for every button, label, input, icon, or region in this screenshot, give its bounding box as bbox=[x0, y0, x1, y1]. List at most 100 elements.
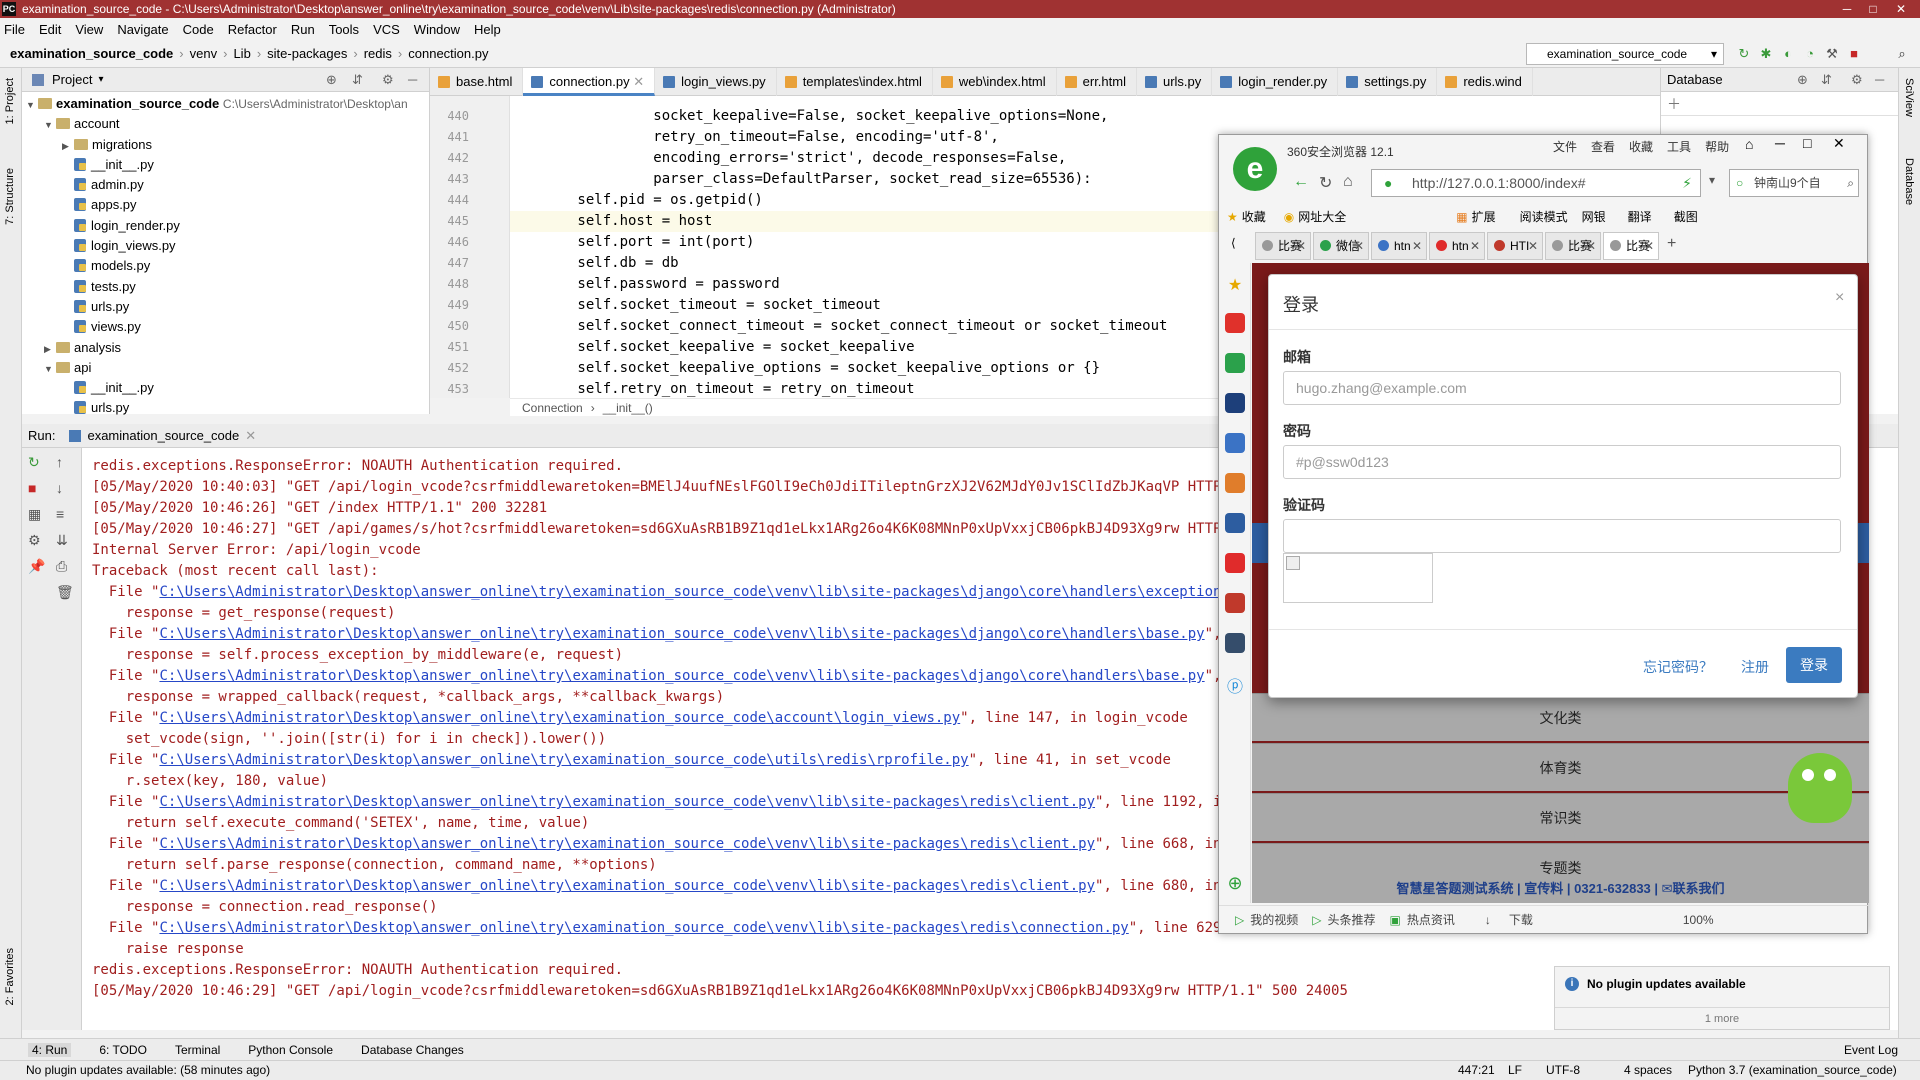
debug-icon[interactable]: ✱ bbox=[1758, 46, 1774, 62]
nav-crumb[interactable]: venv bbox=[190, 46, 217, 61]
close-icon[interactable]: ✕ bbox=[1644, 233, 1654, 259]
project-tool-tab[interactable]: 1: Project bbox=[4, 78, 16, 124]
browser-maximize-icon[interactable]: □ bbox=[1803, 135, 1811, 151]
hide-icon[interactable]: ─ bbox=[408, 72, 417, 87]
arrow-up-icon[interactable]: ↑ bbox=[56, 454, 63, 470]
project-panel-title[interactable]: Project bbox=[52, 72, 92, 87]
tree-file[interactable]: login_render.py bbox=[22, 216, 429, 236]
captcha-image[interactable] bbox=[1283, 553, 1433, 603]
video-icon[interactable] bbox=[1225, 553, 1245, 573]
weibo-icon[interactable] bbox=[1225, 313, 1245, 333]
captcha-field[interactable] bbox=[1283, 519, 1841, 553]
email-field[interactable]: hugo.zhang@example.com bbox=[1283, 371, 1841, 405]
menu-refactor[interactable]: Refactor bbox=[228, 22, 277, 37]
locate-icon[interactable]: ⊕ bbox=[1797, 68, 1808, 92]
pay-icon[interactable]: ⓟ bbox=[1225, 673, 1245, 696]
close-icon[interactable]: × bbox=[1835, 289, 1844, 307]
tree-folder[interactable]: ▼ account bbox=[22, 114, 429, 134]
close-icon[interactable]: ✕ bbox=[1470, 233, 1480, 259]
game3-icon[interactable] bbox=[1225, 593, 1245, 613]
tree-file[interactable]: login_views.py bbox=[22, 236, 429, 256]
expand-icon[interactable]: ▼ bbox=[44, 115, 56, 135]
expand-icon[interactable]: ▶ bbox=[44, 339, 56, 359]
browser-tab[interactable]: HTI ✕ bbox=[1487, 232, 1543, 260]
run-tool-tab[interactable]: 4: Run bbox=[28, 1042, 72, 1057]
scroll-end-icon[interactable]: ⇊ bbox=[56, 532, 68, 549]
editor-tab[interactable]: err.html bbox=[1057, 67, 1137, 96]
tree-folder[interactable]: ▼ api bbox=[22, 358, 429, 378]
notification-more[interactable]: 1 more bbox=[1555, 1007, 1889, 1029]
tree-root[interactable]: ▼ examination_source_code C:\Users\Admini… bbox=[22, 94, 429, 114]
tree-file[interactable]: apps.py bbox=[22, 195, 429, 215]
browser-tab[interactable]: 比赛 ✕ bbox=[1603, 232, 1659, 260]
gear-icon[interactable]: ⚙ bbox=[382, 72, 394, 88]
close-icon[interactable]: ✕ bbox=[245, 428, 256, 444]
maximize-icon[interactable]: □ bbox=[1860, 0, 1886, 18]
editor-tab[interactable]: login_render.py bbox=[1212, 67, 1339, 96]
minimize-icon[interactable]: ─ bbox=[1834, 0, 1860, 18]
game-icon[interactable] bbox=[1225, 473, 1245, 493]
browser-tab[interactable]: htn ✕ bbox=[1371, 232, 1427, 260]
browser-tab[interactable]: htn ✕ bbox=[1429, 232, 1485, 260]
close-icon[interactable]: ✕ bbox=[1528, 233, 1538, 259]
python-interpreter[interactable]: Python 3.7 (examination_source_code) bbox=[1688, 1061, 1897, 1080]
browser-minimize-icon[interactable]: ─ bbox=[1775, 135, 1785, 151]
status-message[interactable]: No plugin updates available: (58 minutes… bbox=[26, 1063, 270, 1077]
editor-tab[interactable]: base.html bbox=[430, 67, 524, 96]
nav-project[interactable]: examination_source_code bbox=[10, 46, 173, 61]
favorites-tool-tab[interactable]: 2: Favorites bbox=[4, 948, 16, 1005]
nav-file[interactable]: connection.py bbox=[408, 46, 488, 61]
collapse-icon[interactable]: ⇵ bbox=[1821, 68, 1832, 92]
refresh-icon[interactable]: ↻ bbox=[1319, 173, 1332, 193]
locate-icon[interactable]: ⊕ bbox=[326, 72, 337, 88]
password-field[interactable]: #p@ssw0d123 bbox=[1283, 445, 1841, 479]
rerun-icon[interactable]: ↻ bbox=[1736, 46, 1752, 62]
traceback-file-link[interactable]: C:\Users\Administrator\Desktop\answer_on… bbox=[159, 920, 1128, 936]
database-tool-tab[interactable]: Database bbox=[1903, 158, 1915, 205]
close-icon[interactable]: ✕ bbox=[633, 74, 644, 89]
tree-file[interactable]: urls.py bbox=[22, 398, 429, 418]
menu-run[interactable]: Run bbox=[291, 22, 315, 37]
soft-wrap-icon[interactable]: ≡ bbox=[56, 506, 64, 522]
menu-navigate[interactable]: Navigate bbox=[117, 22, 168, 37]
nav-crumb[interactable]: Lib bbox=[233, 46, 250, 61]
database-changes-tool-tab[interactable]: Database Changes bbox=[361, 1043, 464, 1057]
collapse-icon[interactable]: ⇵ bbox=[352, 72, 363, 88]
tree-file[interactable]: tests.py bbox=[22, 277, 429, 297]
address-bar[interactable]: ● http://127.0.0.1:8000/index# ⚡ bbox=[1371, 169, 1701, 197]
mail-icon[interactable] bbox=[1225, 353, 1245, 373]
file-encoding[interactable]: UTF-8 bbox=[1546, 1061, 1580, 1080]
menu-tools[interactable]: Tools bbox=[329, 22, 359, 37]
pin-icon[interactable]: 📌 bbox=[28, 558, 45, 575]
menu-edit[interactable]: Edit bbox=[39, 22, 61, 37]
breadcrumb-class[interactable]: Connection bbox=[522, 399, 583, 417]
traceback-file-link[interactable]: C:\Users\Administrator\Desktop\answer_on… bbox=[159, 710, 960, 726]
profile-icon[interactable]: ◔ bbox=[1802, 46, 1818, 62]
todo-tool-tab[interactable]: 6: TODO bbox=[99, 1043, 147, 1057]
traceback-file-link[interactable]: C:\Users\Administrator\Desktop\answer_on… bbox=[159, 584, 1246, 600]
login-submit-button[interactable]: 登录 bbox=[1786, 647, 1842, 683]
coverage-icon[interactable]: ◐ bbox=[1780, 46, 1796, 62]
browser-tab[interactable]: 比赛 ✕ bbox=[1545, 232, 1601, 260]
editor-tab[interactable]: login_views.py bbox=[655, 67, 777, 96]
close-icon[interactable]: ✕ bbox=[1586, 233, 1596, 259]
game2-icon[interactable] bbox=[1225, 513, 1245, 533]
notification-balloon[interactable]: i No plugin updates available 1 more bbox=[1554, 966, 1890, 1030]
zoom-level[interactable]: 100% bbox=[1683, 906, 1714, 934]
menu-vcs[interactable]: VCS bbox=[373, 22, 400, 37]
tree-file[interactable]: views.py bbox=[22, 317, 429, 337]
chevron-down-icon[interactable]: ▾ bbox=[98, 74, 103, 85]
add-sidebar-icon[interactable]: ⊕ bbox=[1225, 873, 1245, 893]
close-icon[interactable]: ✕ bbox=[1354, 233, 1364, 259]
stop-icon[interactable]: ■ bbox=[1846, 46, 1862, 62]
tree-file[interactable]: __init__.py bbox=[22, 378, 429, 398]
layout-icon[interactable]: ▦ bbox=[28, 506, 41, 523]
tree-file[interactable]: models.py bbox=[22, 256, 429, 276]
traceback-file-link[interactable]: C:\Users\Administrator\Desktop\answer_on… bbox=[159, 794, 1095, 810]
chevron-down-icon[interactable]: ▾ bbox=[1709, 173, 1715, 187]
mascot-icon[interactable] bbox=[1788, 753, 1852, 823]
close-icon[interactable]: ✕ bbox=[1412, 233, 1422, 259]
traceback-file-link[interactable]: C:\Users\Administrator\Desktop\answer_on… bbox=[159, 668, 1204, 684]
tree-file[interactable]: __init__.py bbox=[22, 155, 429, 175]
hide-icon[interactable]: ─ bbox=[1875, 68, 1884, 92]
